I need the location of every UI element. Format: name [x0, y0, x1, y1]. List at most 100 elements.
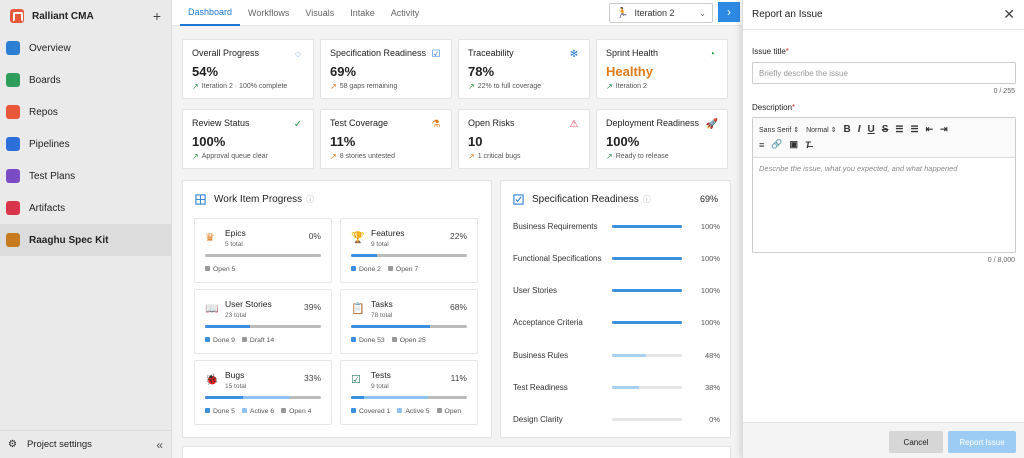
progress-segment — [363, 396, 428, 399]
link-icon[interactable]: 🔗 — [771, 139, 782, 150]
work-item-name: Features — [371, 228, 405, 238]
legend-item: Done 2 — [351, 266, 381, 273]
work-item-card-features[interactable]: 🏆 Features 9 total 22% Done 2 Open 7 — [340, 218, 478, 283]
spec-row-design-clarity: Design Clarity 0% — [513, 413, 720, 427]
spec-row-track — [612, 418, 682, 422]
outdent-icon[interactable]: ⇤ — [926, 124, 934, 135]
legend-dot — [205, 266, 210, 271]
spec-row-business-rules: Business Rules 48% — [513, 348, 720, 362]
spec-row-track — [612, 321, 682, 325]
sidebar-item-label: Test Plans — [29, 170, 76, 182]
stat-sub: ↗ 58 gaps remaining — [330, 82, 442, 91]
report-issue-button[interactable]: Report Issue — [948, 431, 1016, 453]
spec-row-fill — [612, 353, 646, 357]
next-button[interactable]: › — [718, 2, 740, 22]
work-item-card-user-stories[interactable]: 📖 User Stories 23 total 39% Done 9 Draft 14 — [194, 289, 332, 354]
stat-title: Specification Readiness — [330, 48, 427, 58]
stat-value: 100% — [192, 134, 226, 149]
bullet-list-icon[interactable]: ☰ — [910, 124, 918, 135]
legend-dot — [241, 337, 247, 342]
font-size-select[interactable]: Normal ⇕ — [806, 126, 836, 134]
test-plans-icon — [6, 169, 20, 183]
description-input[interactable]: Describe the issue, what you expected, a… — [753, 158, 1015, 179]
spec-kit-icon — [6, 233, 20, 247]
work-item-card-tasks[interactable]: 📋 Tasks 78 total 68% Done 53 Open 25 — [340, 289, 478, 354]
sidebar-item-repos[interactable]: Repos — [0, 96, 171, 128]
stat-value: 69% — [330, 64, 357, 79]
add-project-button[interactable]: + — [153, 8, 161, 24]
indent-icon[interactable]: ⇥ — [940, 124, 948, 135]
sidebar-item-boards[interactable]: Boards — [0, 64, 171, 96]
underline-icon[interactable]: U — [868, 124, 875, 135]
stat-sub: ↗ 22% to full coverage — [468, 82, 580, 91]
progress-segment — [351, 396, 364, 399]
image-icon[interactable]: ▣ — [789, 139, 798, 150]
issue-title-input[interactable]: Briefly describe the issue — [752, 62, 1016, 84]
description-editor: Sans Serif ⇕ Normal ⇕ B I U S ☰ ☰ ⇤ ⇥ ≡ … — [752, 117, 1016, 253]
align-icon[interactable]: ≡ — [759, 140, 764, 150]
ordered-list-icon[interactable]: ☰ — [895, 124, 903, 135]
work-item-total: 9 total — [371, 241, 389, 248]
issue-title-placeholder: Briefly describe the issue — [759, 68, 848, 78]
legend-dot — [205, 337, 210, 342]
strikethrough-icon[interactable]: S — [882, 124, 889, 135]
editor-toolbar: Sans Serif ⇕ Normal ⇕ B I U S ☰ ☰ ⇤ ⇥ ≡ … — [753, 118, 1015, 158]
work-item-total: 5 total — [225, 241, 243, 248]
font-size-value: Normal — [806, 126, 829, 134]
legend-label: Done 5 — [213, 408, 235, 415]
issue-title-label: Issue title* — [752, 47, 789, 56]
close-icon[interactable]: ✕ — [1003, 6, 1015, 23]
bug-icon: 🐞 — [205, 374, 219, 386]
sidebar-item-test-plans[interactable]: Test Plans — [0, 160, 171, 192]
work-item-card-bugs[interactable]: 🐞 Bugs 15 total 33% Done 5 Active 6 Open 4 — [194, 360, 332, 425]
tab-workflows[interactable]: Workflows — [240, 0, 297, 26]
spec-row-fill — [612, 321, 682, 325]
spec-row-fill — [612, 386, 639, 389]
clear-format-icon[interactable]: T̶ — [805, 140, 811, 150]
info-icon[interactable]: ⓘ — [643, 194, 651, 205]
spec-row-user-stories: User Stories 100% — [513, 284, 720, 298]
stat-card-deployment-readiness: Deployment Readiness 100% ↗ Ready to releas… — [596, 109, 728, 169]
work-item-card-epics[interactable]: ♛ Epics 5 total 0% Open 5 — [194, 218, 332, 283]
sidebar-item-pipelines[interactable]: Pipelines — [0, 128, 171, 160]
sidebar-item-raaghu-spec-kit[interactable]: Raaghu Spec Kit — [0, 224, 171, 256]
work-item-pct: 22% — [449, 231, 467, 241]
legend-item: Active 5 — [397, 408, 430, 415]
trend-icon: ↗ — [330, 82, 337, 91]
description-placeholder: Describe the issue, what you expected, a… — [759, 164, 958, 173]
legend-dot — [351, 337, 356, 342]
checklist-icon: ☑ — [431, 48, 441, 60]
italic-icon[interactable]: I — [858, 124, 861, 135]
org-logo-icon — [10, 9, 24, 23]
project-settings-link[interactable]: ⚙ Project settings « — [0, 430, 171, 458]
iteration-select[interactable]: 🏃 Iteration 2 ⌄ — [609, 3, 713, 23]
tab-dashboard[interactable]: Dashboard — [180, 0, 241, 26]
tab-intake[interactable]: Intake — [342, 0, 383, 26]
bold-icon[interactable]: B — [843, 124, 850, 135]
legend-item: Draft 14 — [241, 337, 274, 344]
work-item-pct: 68% — [449, 302, 467, 312]
toolbar-row-1: Sans Serif ⇕ Normal ⇕ B I U S ☰ ☰ ⇤ ⇥ — [759, 122, 1009, 137]
cancel-button[interactable]: Cancel — [889, 431, 943, 453]
tab-activity[interactable]: Activity — [383, 0, 428, 26]
legend-label: Open 4 — [289, 408, 312, 415]
issue-title-label-text: Issue title — [752, 47, 786, 56]
work-item-progress-bar — [205, 396, 321, 399]
spec-readiness-header: Specification Readiness ⓘ 69% — [501, 181, 730, 217]
sidebar-item-overview[interactable]: Overview — [0, 32, 171, 64]
work-item-progress-header: Work Item Progress ⓘ — [183, 181, 491, 217]
collapse-sidebar-button[interactable]: « — [156, 438, 163, 452]
sidebar-item-artifacts[interactable]: Artifacts — [0, 192, 171, 224]
legend-label: Done 2 — [359, 266, 381, 273]
tab-visuals[interactable]: Visuals — [297, 0, 342, 26]
trend-icon: ↗ — [468, 82, 475, 91]
work-item-progress-bar — [351, 396, 467, 399]
pipelines-icon — [6, 137, 20, 151]
legend-item: Open 4 — [281, 408, 311, 415]
work-item-card-tests[interactable]: ☑ Tests 9 total 11% Covered 1 Active 5 Open — [340, 360, 478, 425]
font-family-select[interactable]: Sans Serif ⇕ — [759, 126, 799, 134]
spec-row-track — [612, 224, 682, 228]
info-icon[interactable]: ⓘ — [306, 194, 314, 205]
trend-icon: ↗ — [330, 152, 337, 161]
stat-value: Healthy — [606, 64, 653, 79]
